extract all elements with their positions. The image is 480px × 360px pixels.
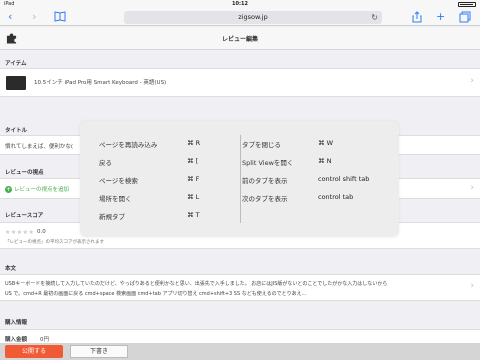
bookmarks-icon[interactable] bbox=[54, 11, 66, 26]
shortcut-key: ⌘ T bbox=[187, 211, 200, 219]
add-icon: + bbox=[5, 186, 12, 193]
add-tab-icon[interactable]: + bbox=[436, 10, 445, 24]
item-section-label: アイテム bbox=[5, 61, 27, 67]
clock: 10:12 bbox=[232, 1, 248, 7]
viewpoint-section-label: レビューの視点 bbox=[5, 170, 44, 176]
page-title: レビュー編集 bbox=[221, 36, 258, 43]
reload-icon[interactable]: ↻ bbox=[371, 11, 378, 24]
back-icon[interactable]: ‹ bbox=[8, 10, 12, 24]
title-value: 慣れてしまえば、便利かな( bbox=[5, 144, 73, 150]
add-viewpoint-link[interactable]: + レビューの視点を追加 bbox=[5, 185, 69, 193]
shortcut-label: 場所を開く bbox=[99, 195, 132, 203]
forward-icon[interactable]: › bbox=[32, 10, 36, 24]
shortcut-label: 前のタブを表示 bbox=[242, 177, 288, 185]
purchase-amount-value: 0円 bbox=[40, 337, 49, 343]
shortcut-key: ⌘ F bbox=[187, 175, 200, 183]
shortcut-label: 戻る bbox=[99, 159, 112, 167]
title-section-label: タイトル bbox=[5, 128, 28, 134]
body-section-label: 本文 bbox=[5, 266, 17, 272]
bottom-action-bar: 公開する 下書き bbox=[0, 343, 480, 360]
url-text: zigsow.jp bbox=[238, 13, 268, 21]
score-section-label: レビュースコア bbox=[5, 213, 44, 219]
shortcut-label: 次のタブを表示 bbox=[242, 195, 288, 203]
address-bar[interactable]: zigsow.jp ↻ bbox=[124, 11, 382, 24]
keyboard-shortcuts-overlay: ページを再読み込み ⌘ R 戻る ⌘ [ ページを検索 ⌘ F 場所を開く ⌘ … bbox=[80, 121, 399, 237]
shortcut-key: ⌘ R bbox=[187, 139, 201, 147]
browser-toolbar: ‹ › zigsow.jp ↻ + bbox=[0, 9, 480, 26]
shortcut-label: タブを閉じる bbox=[242, 141, 281, 149]
score-note: 「レビューの視点」の平均スコアが表示されます bbox=[5, 240, 104, 245]
tabs-icon[interactable] bbox=[459, 11, 471, 27]
body-line-2: US で。cmd+R 最初の画面に戻る cmd+space 検索画面 cmd+t… bbox=[5, 291, 307, 297]
score-value: 0.0 bbox=[37, 229, 46, 235]
save-draft-button[interactable]: 下書き bbox=[70, 345, 128, 358]
shortcut-label: ページを再読み込み bbox=[99, 141, 158, 149]
purchase-section-label: 購入情報 bbox=[5, 320, 28, 326]
shortcut-key: control shift tab bbox=[318, 175, 370, 183]
chevron-right-icon: › bbox=[470, 76, 474, 86]
shortcut-key: control tab bbox=[318, 193, 354, 201]
share-icon[interactable] bbox=[412, 11, 422, 27]
shortcut-key: ⌘ N bbox=[318, 157, 332, 165]
add-viewpoint-label: レビューの視点を追加 bbox=[14, 187, 70, 193]
purchase-amount-label: 購入金額 bbox=[5, 337, 28, 343]
item-row[interactable]: 10.5インチ iPad Pro用 Smart Keyboard - 英語(US… bbox=[0, 68, 480, 97]
overlay-divider bbox=[240, 135, 241, 223]
page-header: レビュー編集 bbox=[0, 27, 480, 50]
shortcut-label: ページを検索 bbox=[99, 177, 138, 185]
shortcut-key: ⌘ [ bbox=[187, 157, 199, 165]
body-line-1: USBキーボードを接続して入力していたのだけど、やっぱりあると便利かなと思い、出… bbox=[5, 281, 388, 287]
keyboard-thumbnail bbox=[6, 76, 26, 90]
chevron-right-icon: › bbox=[470, 183, 474, 193]
star-icon: ★★★★★ bbox=[5, 229, 35, 236]
publish-button[interactable]: 公開する bbox=[5, 345, 63, 358]
battery-icon bbox=[458, 2, 476, 7]
chevron-right-icon: › bbox=[470, 281, 474, 291]
shortcut-label: Split Viewを開く bbox=[242, 159, 294, 167]
shortcut-key: ⌘ L bbox=[187, 193, 200, 201]
status-bar: iPad 10:12 bbox=[0, 0, 480, 9]
shortcut-key: ⌘ W bbox=[318, 139, 333, 147]
item-name: 10.5インチ iPad Pro用 Smart Keyboard - 英語(US… bbox=[34, 80, 167, 86]
shortcut-label: 新規タブ bbox=[99, 213, 125, 221]
body-row[interactable]: USBキーボードを接続して入力していたのだけど、やっぱりあると便利かなと思い、出… bbox=[0, 274, 480, 301]
